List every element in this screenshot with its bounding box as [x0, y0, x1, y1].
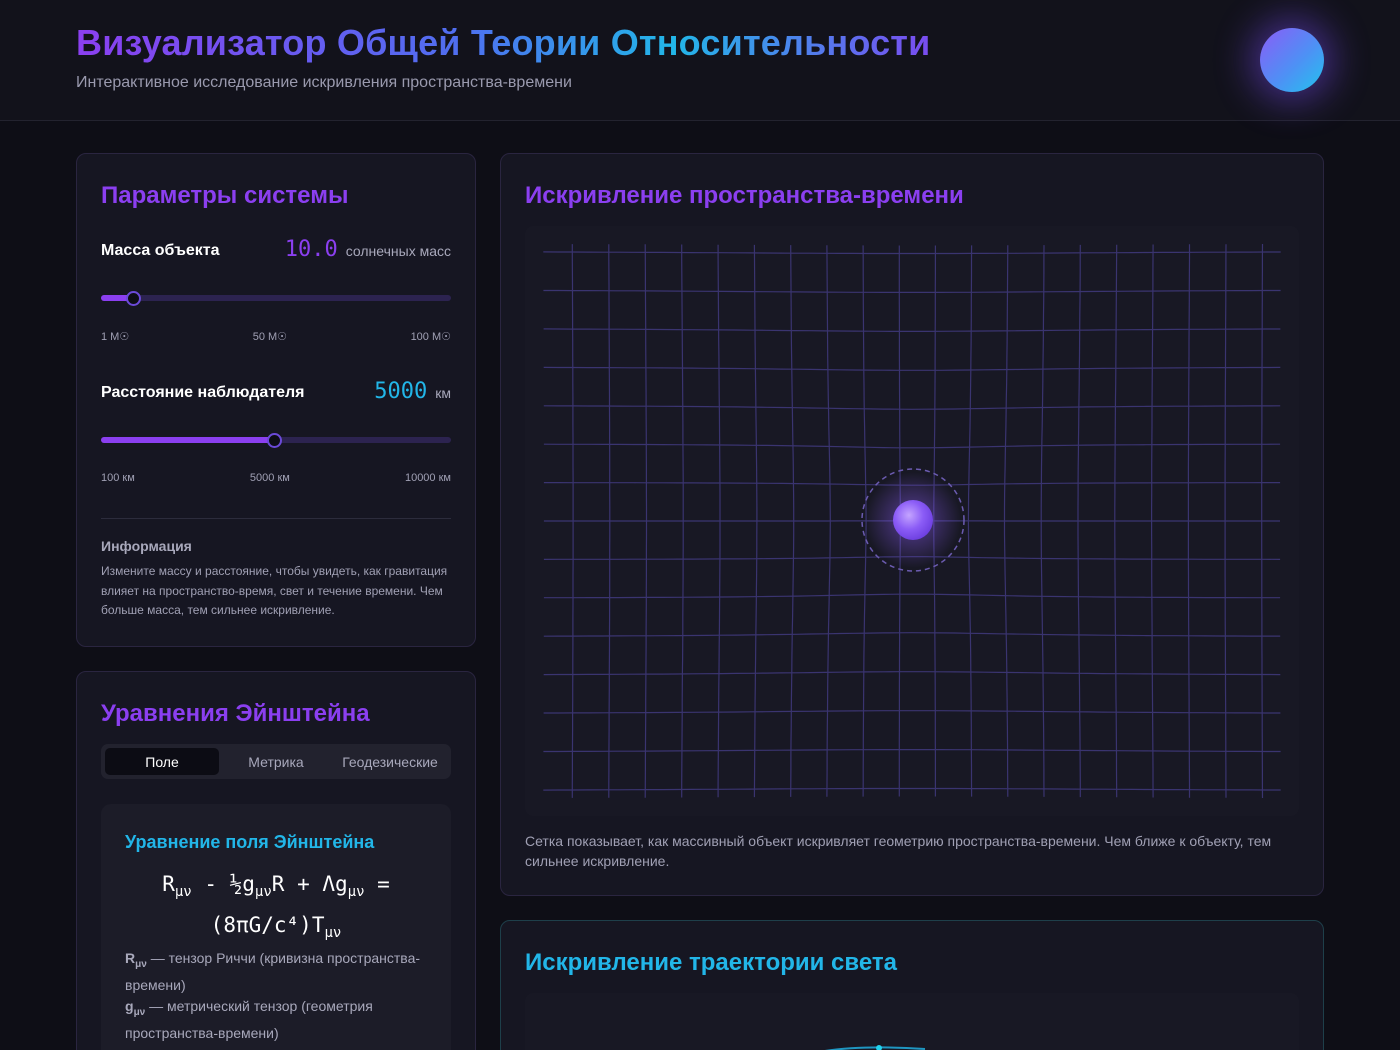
mass-tick-min: 1 M☉: [101, 331, 130, 343]
tab-field[interactable]: Поле: [105, 748, 219, 775]
grid-line-horizontal: [543, 749, 1281, 753]
distance-tick-mid: 5000 км: [249, 472, 290, 484]
mass-readout: 10.0 солнечных масс: [285, 237, 451, 262]
mass-ticks: 1 M☉ 50 M☉ 100 M☉: [101, 330, 451, 343]
field-equation: Rμν - ½gμνR + Λgμν = (8πG/c⁴)Tμν: [101, 868, 451, 950]
equations-title: Уравнения Эйнштейна: [101, 700, 370, 727]
light-bending-panel: Искривление траектории света: [500, 920, 1324, 1050]
app-header: Визуализатор Общей Теории Относительност…: [0, 0, 1400, 121]
distance-value: 5000: [374, 379, 428, 404]
grid-line-horizontal: [543, 405, 1281, 410]
info-heading: Информация: [101, 538, 192, 554]
grid-line-horizontal: [543, 251, 1281, 255]
mass-tick-max: 100 M☉: [410, 331, 451, 343]
light-bending-canvas[interactable]: [525, 993, 1299, 1050]
mass-slider-thumb[interactable]: [125, 291, 141, 306]
equation-title: Уравнение поля Эйнштейна: [125, 832, 375, 852]
distance-slider[interactable]: [101, 433, 451, 448]
mass-object-icon: [893, 500, 933, 540]
grid-line-horizontal: [543, 328, 1281, 332]
distance-unit: км: [435, 385, 451, 401]
grid-line-horizontal: [543, 593, 1281, 599]
tab-metric[interactable]: Метрика: [219, 748, 333, 775]
grid-line-horizontal: [543, 443, 1281, 449]
distance-tick-min: 100 км: [101, 472, 135, 484]
grid-line-horizontal: [543, 671, 1281, 676]
grid-line-horizontal: [543, 710, 1281, 714]
distance-label: Расстояние наблюдателя: [101, 384, 305, 401]
field-equation-line2: (8πG/c⁴)Tμν: [210, 913, 342, 942]
photon-icon: [876, 1045, 882, 1050]
panel-divider: [101, 518, 451, 519]
field-equation-line1: Rμν - ½gμνR + Λgμν =: [162, 872, 390, 901]
equation-tabs: Поле Метрика Геодезические: [101, 744, 451, 779]
light-path-svg: [824, 1045, 926, 1050]
spacetime-title: Искривление пространства-времени: [525, 182, 964, 209]
mass-slider[interactable]: [101, 291, 451, 306]
grid-line-horizontal: [543, 632, 1281, 637]
equations-panel: Уравнения Эйнштейна Поле Метрика Геодези…: [76, 671, 476, 1050]
spacetime-grid: [543, 243, 1281, 799]
parameters-panel: Параметры системы Масса объекта 10.0 сол…: [76, 153, 476, 647]
mass-label: Масса объекта: [101, 242, 220, 259]
mass-unit: солнечных масс: [345, 243, 451, 259]
logo-orb-icon: [1260, 28, 1324, 92]
distance-slider-thumb[interactable]: [267, 433, 283, 448]
distance-tick-max: 10000 км: [404, 472, 451, 484]
tab-geodesics[interactable]: Геодезические: [333, 748, 447, 775]
equation-content: Уравнение поля Эйнштейна Rμν - ½gμνR + Λ…: [101, 804, 451, 1050]
ricci-note: Rμν — тензор Риччи (кривизна пространств…: [125, 950, 421, 993]
spacetime-panel: Искривление пространства-времени Сетка п…: [500, 153, 1324, 896]
mass-value: 10.0: [284, 237, 338, 262]
page-subtitle: Интерактивное исследование искривления п…: [76, 74, 572, 91]
distance-readout: 5000 км: [374, 379, 451, 404]
spacetime-caption: Сетка показывает, как массивный объект и…: [525, 833, 1272, 869]
info-text: Измените массу и расстояние, чтобы увиде…: [101, 564, 448, 617]
distance-ticks: 100 км 5000 км 10000 км: [101, 472, 451, 484]
grid-line-horizontal: [543, 787, 1281, 791]
grid-line-horizontal: [543, 366, 1281, 371]
light-bending-title: Искривление траектории света: [525, 949, 897, 976]
metric-note: gμν — метрический тензор (геометрия прос…: [125, 998, 373, 1041]
page-title: Визуализатор Общей Теории Относительност…: [76, 22, 931, 63]
mass-tick-mid: 50 M☉: [252, 331, 288, 343]
parameters-title: Параметры системы: [101, 182, 349, 209]
grid-line-horizontal: [543, 289, 1281, 293]
spacetime-canvas[interactable]: [525, 226, 1299, 816]
distance-slider-fill: [101, 437, 275, 443]
